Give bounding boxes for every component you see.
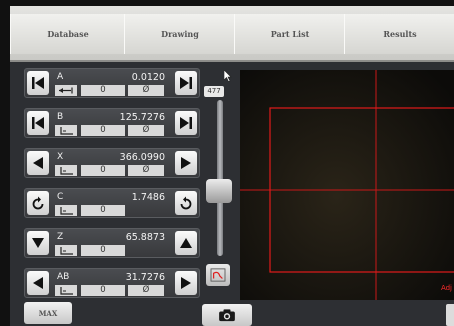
arrow-left-button[interactable] [27,151,49,175]
offset-value[interactable]: 0 [81,285,125,296]
arrow-left-button[interactable] [27,271,49,295]
diameter-symbol[interactable]: Ø [128,165,164,176]
rotate-cw-button[interactable] [175,191,197,215]
arrow-right-button[interactable] [175,271,197,295]
skip-back-button[interactable] [27,111,49,135]
diameter-symbol[interactable]: Ø [128,85,164,96]
app-screen: Database Drawing Part List Results A 0.0… [10,6,454,326]
skip-back-icon [32,77,44,89]
zoom-fit-icon [210,268,226,282]
axis-row-c: C 1.7486 0 [24,188,200,218]
axis-row-z: Z 65.8873 0 [24,228,200,258]
offset-value[interactable]: 0 [81,245,125,256]
arrow-left-bar-icon [55,85,77,96]
slider-readout: 477 [204,86,224,97]
tab-label: Part List [270,29,310,39]
axis-panel: A 0.0120 0 Ø B 125.7276 0 Ø X 366.0990 0… [24,68,200,300]
tab-results[interactable]: Results [344,14,454,54]
arrow-up-button[interactable] [175,231,197,255]
axis-value: 31.7276 [125,272,165,283]
diameter-symbol[interactable]: Ø [128,285,164,296]
diameter-symbol[interactable]: Ø [128,125,164,136]
axis-row-ab: AB 31.7276 0 Ø [24,268,200,298]
max-button[interactable]: MAX [24,302,72,324]
skip-back-button[interactable] [27,71,49,95]
arrow-right-icon [181,157,191,169]
arrow-left-icon [33,157,43,169]
rotate-ccw-icon [32,196,44,210]
view-corner-label: Adj [440,284,452,292]
axis-label: AB [57,272,70,282]
zoom-slider-area: 477 [204,68,238,296]
rotate-cw-icon [180,196,192,210]
arrow-right-button[interactable] [175,151,197,175]
axis-value: 1.7486 [131,192,165,203]
skip-back-icon [32,117,44,129]
skip-forward-icon [180,117,192,129]
skip-forward-button[interactable] [175,111,197,135]
partial-button[interactable] [446,304,454,326]
offset-value[interactable]: 0 [81,125,125,136]
axis-label: A [57,72,64,82]
axis-row-a: A 0.0120 0 Ø [24,68,200,98]
angle-icon [55,205,77,216]
arrow-up-icon [180,238,192,248]
slider-track[interactable] [217,100,223,256]
angle-icon [55,285,77,296]
offset-value[interactable]: 0 [81,205,125,216]
rotate-ccw-button[interactable] [27,191,49,215]
angle-icon [55,125,77,136]
arrow-left-icon [33,277,43,289]
mouse-cursor-icon [224,70,232,82]
skip-forward-icon [180,77,192,89]
arrow-down-button[interactable] [27,231,49,255]
slider-thumb[interactable] [206,179,232,204]
arrow-down-icon [32,238,44,248]
tab-bar: Database Drawing Part List Results [10,6,454,62]
zoom-fit-button[interactable] [206,264,230,286]
offset-value[interactable]: 0 [81,165,125,176]
axis-value: 125.7276 [119,112,165,123]
arrow-right-icon [181,277,191,289]
axis-label: B [57,112,64,122]
tab-label: Results [383,29,417,39]
drawing-canvas [240,70,454,300]
axis-label: Z [57,232,64,242]
tab-drawing[interactable]: Drawing [124,14,236,54]
drawing-view[interactable]: Adj [240,70,454,300]
tab-label: Database [47,29,89,39]
max-label: MAX [38,308,58,318]
tab-database[interactable]: Database [10,14,126,54]
skip-forward-button[interactable] [175,71,197,95]
camera-button[interactable] [202,304,252,326]
axis-value: 366.0990 [119,152,165,163]
axis-value: 65.8873 [125,232,165,243]
offset-value[interactable]: 0 [81,85,125,96]
angle-icon [55,245,77,256]
axis-label: X [57,152,64,162]
tab-part-list[interactable]: Part List [234,14,346,54]
axis-label: C [57,192,64,202]
axis-value: 0.0120 [131,72,165,83]
angle-icon [55,165,77,176]
axis-row-x: X 366.0990 0 Ø [24,148,200,178]
axis-row-b: B 125.7276 0 Ø [24,108,200,138]
tab-label: Drawing [161,29,199,39]
camera-icon [219,309,235,322]
